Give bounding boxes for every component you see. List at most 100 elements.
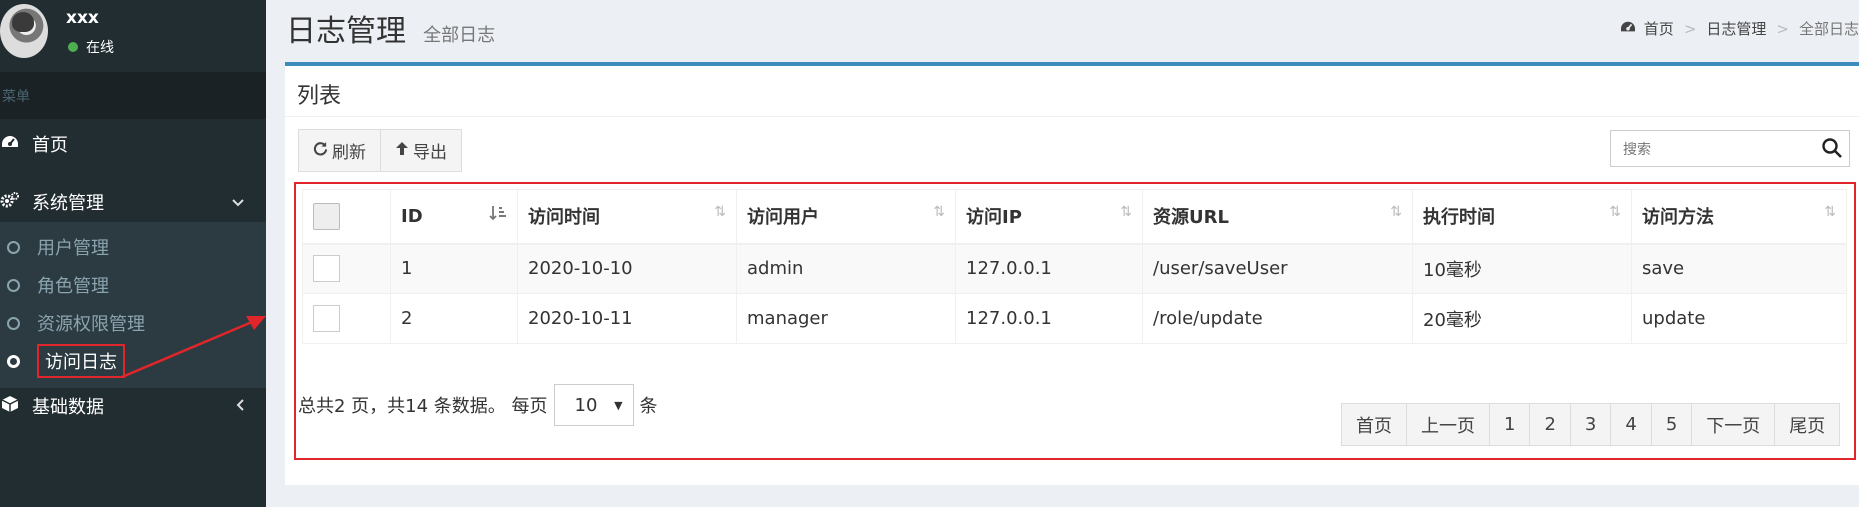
page-4-button[interactable]: 4 [1611, 403, 1652, 446]
breadcrumb-all-logs: 全部日志 [1798, 20, 1859, 38]
breadcrumb-home[interactable]: 首页 [1644, 18, 1674, 39]
cell-access-ip: 127.0.0.1 [955, 243, 1143, 294]
column-header-access-time[interactable]: 访问时间 ⇅ [517, 189, 737, 245]
column-header-exec-time[interactable]: 执行时间 ⇅ [1412, 189, 1632, 245]
cell-access-time: 2020-10-10 [517, 243, 737, 294]
chevron-down-icon [232, 193, 244, 211]
box-title: 列表 [297, 84, 342, 109]
sort-icon[interactable]: ⇅ [1390, 204, 1402, 220]
submenu-system: 用户管理 角色管理 资源权限管理 访问日志 [0, 222, 266, 388]
cell-id: 1 [390, 243, 518, 294]
search-icon[interactable] [1821, 137, 1843, 159]
page-3-button[interactable]: 3 [1570, 403, 1612, 446]
pager-summary: 总共2 页，共14 条数据。 每页 [298, 396, 548, 417]
cell-method: update [1631, 293, 1847, 344]
dashboard-icon [1620, 20, 1636, 38]
select-all-cell [302, 189, 391, 245]
sidebar-item-users[interactable]: 用户管理 [0, 234, 109, 260]
log-table: ID 访问时间 ⇅ 访问用户 ⇅ 访问IP ⇅ 资源URL ⇅ 执行时间 ⇅ 访问方法 ⇅ … [302, 189, 1847, 344]
column-header-id[interactable]: ID [390, 189, 518, 245]
dashboard-icon [0, 134, 20, 155]
user-status-label: 在线 [86, 40, 114, 56]
page-next-button[interactable]: 下一页 [1692, 403, 1776, 446]
row-select-cell [302, 293, 391, 344]
breadcrumb: 首页 > 日志管理 > 全部日志 [1620, 18, 1859, 39]
sort-icon[interactable]: ⇅ [714, 204, 726, 220]
sort-icon[interactable]: ⇅ [1120, 204, 1132, 220]
circle-icon [7, 278, 20, 292]
sidebar-item-roles[interactable]: 角色管理 [0, 272, 109, 298]
table-row[interactable]: 1 2020-10-10 admin 127.0.0.1 /user/saveU… [302, 243, 1847, 294]
page-last-button[interactable]: 尾页 [1775, 403, 1841, 446]
row-checkbox[interactable] [313, 255, 340, 283]
page-size-select[interactable]: 10 ▼ [553, 384, 634, 426]
sidebar-item-home[interactable]: 首页 [0, 131, 266, 157]
column-header-resource-url[interactable]: 资源URL ⇅ [1142, 189, 1413, 245]
pager-info: 总共2 页，共14 条数据。 每页 10 ▼ 条 [298, 384, 658, 426]
sidebar-item-label: 基础数据 [32, 397, 104, 418]
select-all-checkbox[interactable] [313, 202, 340, 230]
export-button-label: 导出 [413, 143, 447, 163]
cell-access-ip: 127.0.0.1 [955, 293, 1143, 344]
caret-down-icon: ▼ [614, 398, 623, 412]
refresh-button-label: 刷新 [332, 143, 366, 163]
circle-icon [7, 316, 20, 330]
circle-icon [7, 354, 20, 368]
page-1-button[interactable]: 1 [1490, 403, 1531, 446]
page-first-button[interactable]: 首页 [1341, 403, 1407, 446]
cell-access-user: admin [736, 243, 956, 294]
breadcrumb-separator: > [1683, 19, 1697, 38]
cube-icon [0, 395, 20, 418]
sort-asc-icon[interactable] [489, 204, 507, 226]
cell-exec-time: 10毫秒 [1412, 243, 1632, 294]
toolbar: 刷新 导出 [298, 129, 462, 172]
page-5-button[interactable]: 5 [1651, 403, 1693, 446]
page-title: 日志管理 [286, 14, 406, 49]
row-checkbox[interactable] [313, 305, 340, 332]
search-box [1610, 130, 1850, 167]
cogs-icon [0, 191, 20, 214]
user-status: 在线 [68, 37, 114, 57]
sort-icon[interactable]: ⇅ [933, 204, 945, 220]
column-header-method[interactable]: 访问方法 ⇅ [1631, 189, 1847, 245]
pagination: 首页 上一页 1 2 3 4 5 下一页 尾页 [1341, 403, 1841, 446]
sidebar: xxx 在线 菜单 首页 系统管理 用户管理 角色管理 资源权限管理 访问日志 … [0, 0, 266, 507]
column-header-access-ip[interactable]: 访问IP ⇅ [955, 189, 1143, 245]
cell-resource-url: /role/update [1142, 293, 1413, 344]
cell-access-user: manager [736, 293, 956, 344]
cell-id: 2 [390, 293, 518, 344]
sidebar-item-label: 访问日志 [37, 344, 125, 378]
cell-exec-time: 20毫秒 [1412, 293, 1632, 344]
sidebar-item-label: 角色管理 [37, 276, 109, 297]
column-header-access-user[interactable]: 访问用户 ⇅ [736, 189, 956, 245]
sidebar-item-label: 首页 [32, 135, 68, 156]
page-size-value: 10 [574, 394, 598, 416]
pager-unit: 条 [639, 396, 658, 417]
sort-icon[interactable]: ⇅ [1824, 204, 1836, 220]
sidebar-item-label: 资源权限管理 [37, 314, 145, 335]
content-header: 日志管理 全部日志 [286, 6, 495, 50]
cell-access-time: 2020-10-11 [517, 293, 737, 344]
export-button[interactable]: 导出 [381, 129, 462, 172]
refresh-button[interactable]: 刷新 [298, 129, 381, 172]
sidebar-item-permissions[interactable]: 资源权限管理 [0, 310, 145, 336]
circle-icon [7, 240, 20, 254]
page-2-button[interactable]: 2 [1530, 403, 1571, 446]
sidebar-item-basic-data[interactable]: 基础数据 [0, 393, 266, 419]
avatar[interactable] [0, 4, 48, 58]
page-prev-button[interactable]: 上一页 [1407, 403, 1490, 446]
user-name: xxx [66, 8, 99, 28]
arrow-up-icon [395, 141, 409, 161]
table-row[interactable]: 2 2020-10-11 manager 127.0.0.1 /role/upd… [302, 293, 1847, 344]
divider [285, 116, 1859, 117]
sidebar-item-access-log[interactable]: 访问日志 [0, 344, 125, 378]
breadcrumb-log-management[interactable]: 日志管理 [1706, 18, 1766, 39]
sort-icon[interactable]: ⇅ [1609, 204, 1621, 220]
search-input[interactable] [1611, 131, 1811, 166]
sidebar-item-label: 系统管理 [32, 193, 104, 214]
menu-header: 菜单 [0, 72, 266, 119]
table-header-row: ID 访问时间 ⇅ 访问用户 ⇅ 访问IP ⇅ 资源URL ⇅ 执行时间 ⇅ 访问方法 ⇅ [302, 189, 1847, 245]
sidebar-item-system[interactable]: 系统管理 [0, 187, 266, 217]
cell-method: save [1631, 243, 1847, 294]
row-select-cell [302, 243, 391, 294]
